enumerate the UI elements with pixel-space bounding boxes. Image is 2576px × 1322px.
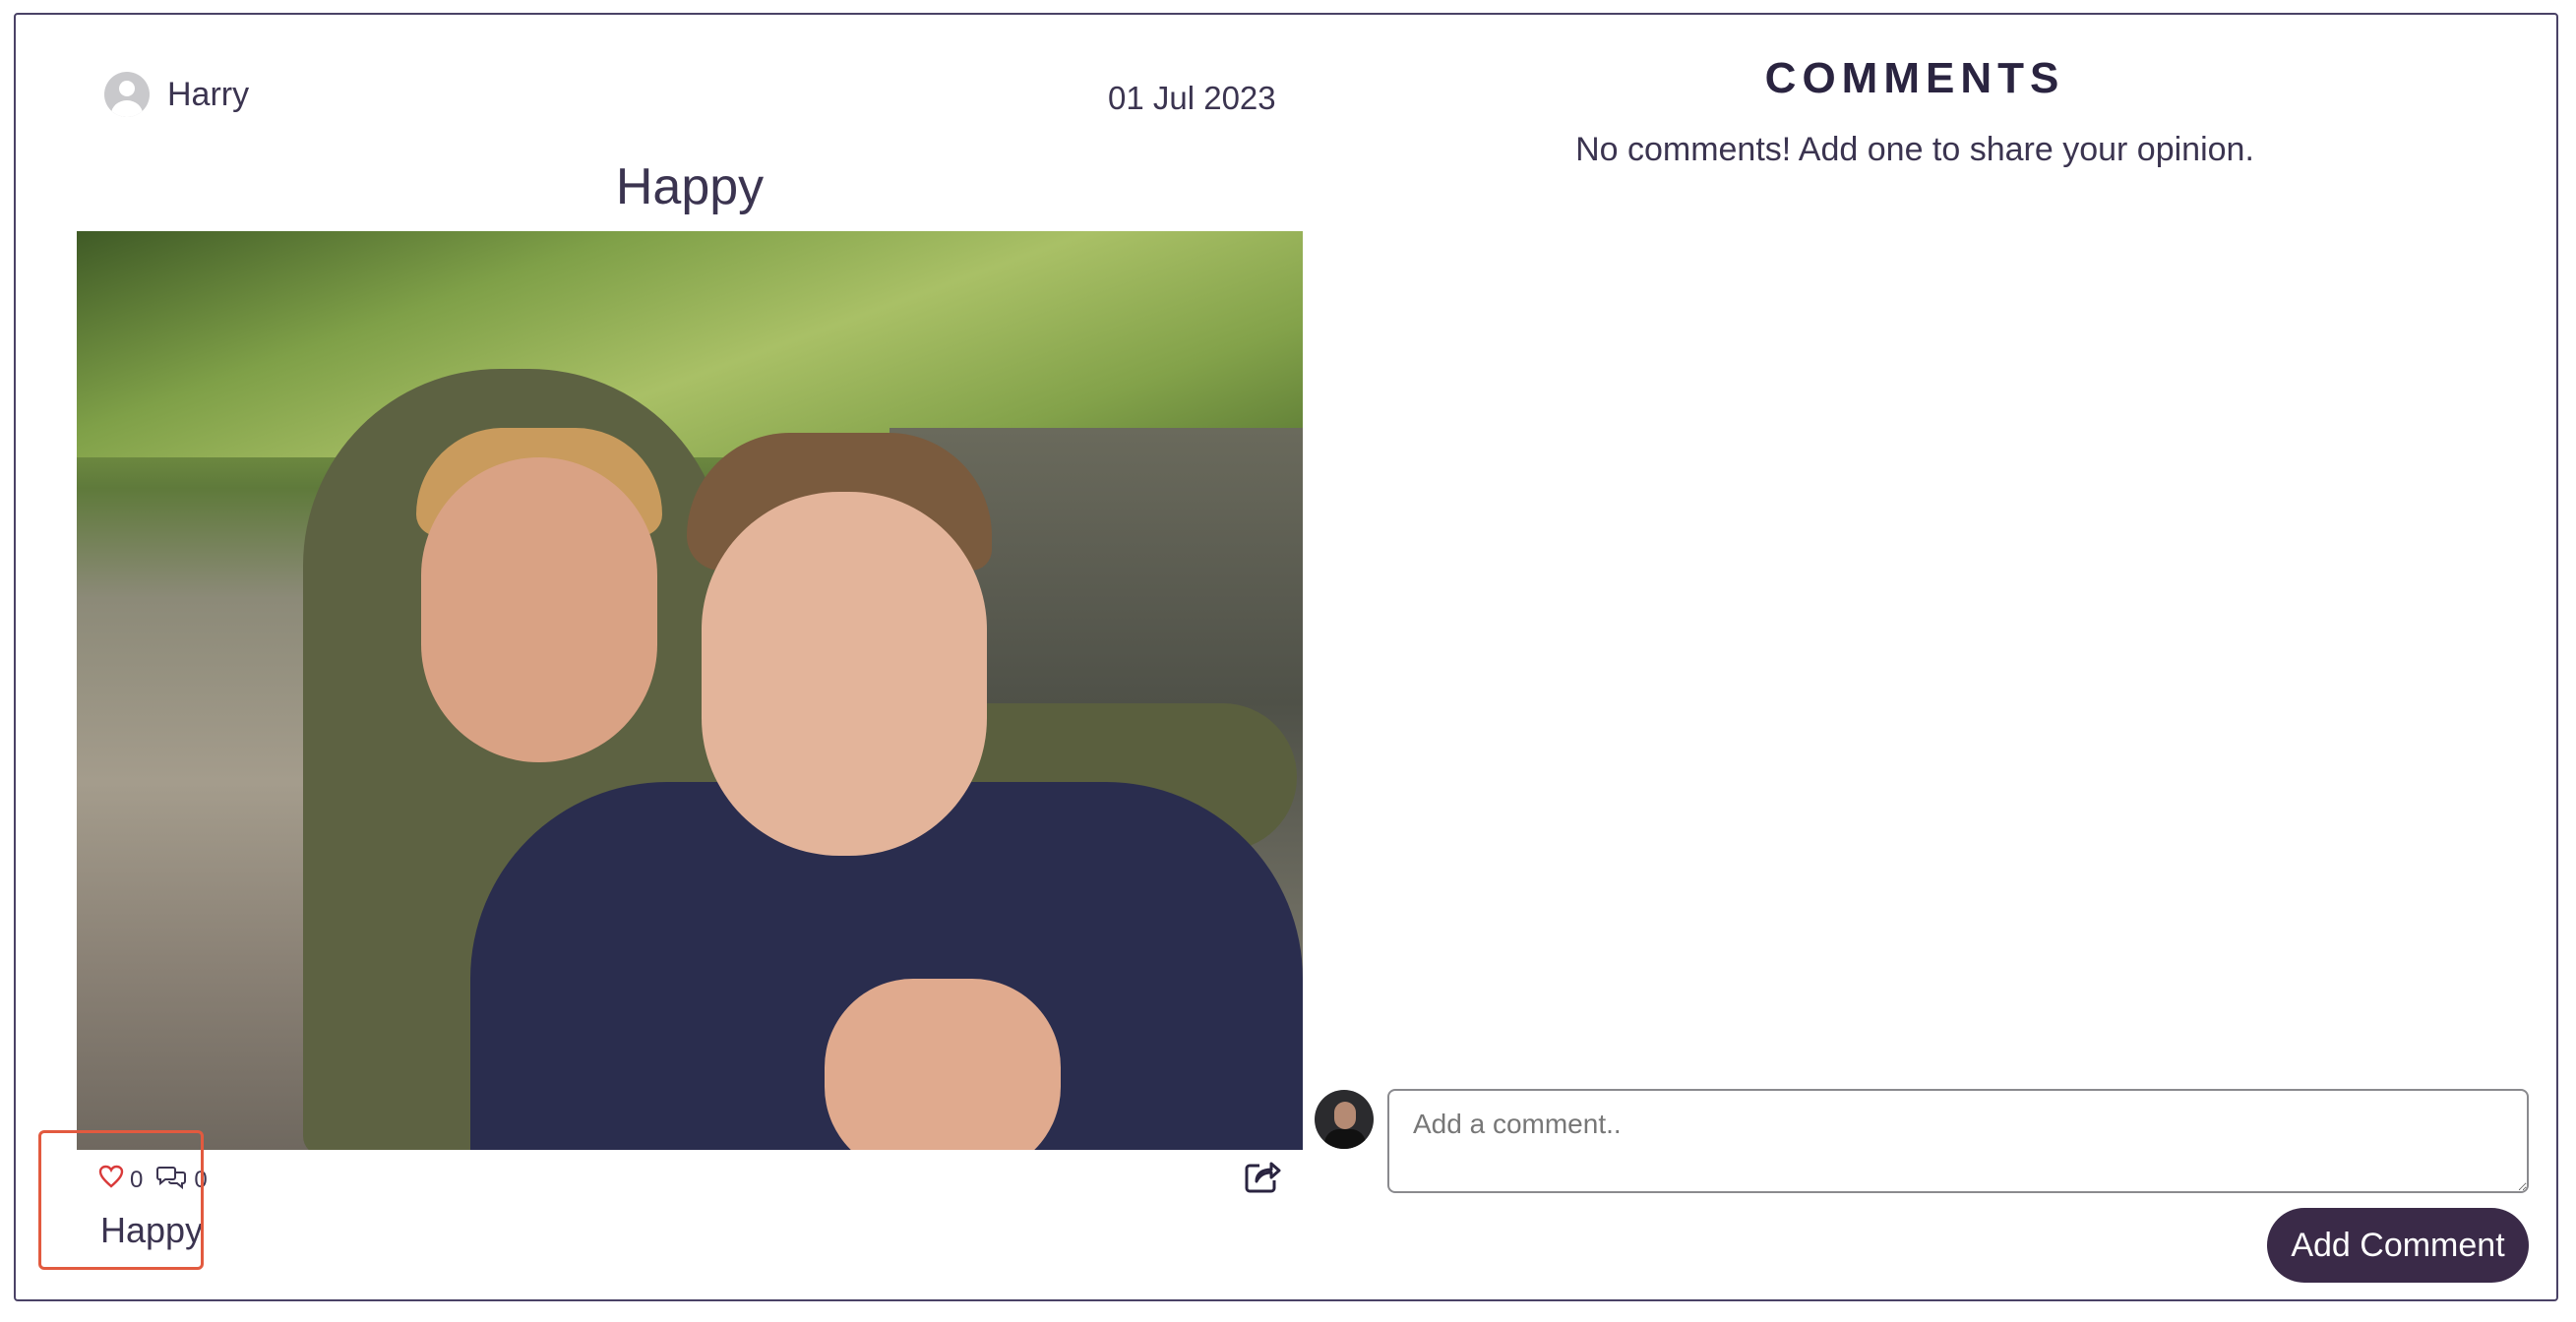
comments-title: COMMENTS	[1764, 54, 2065, 102]
add-comment-button[interactable]: Add Comment	[2267, 1208, 2529, 1283]
post-author[interactable]: Harry	[104, 72, 249, 117]
highlight-box	[38, 1130, 204, 1270]
post-title: Happy	[615, 158, 765, 215]
author-avatar[interactable]	[104, 72, 150, 117]
post-card: Harry 01 Jul 2023 Happy 0 0 Happy COMMEN…	[14, 13, 2558, 1301]
no-comments-message: No comments! Add one to share your opini…	[1575, 131, 2254, 168]
author-name[interactable]: Harry	[167, 76, 249, 114]
share-icon[interactable]	[1244, 1159, 1281, 1199]
post-date: 01 Jul 2023	[1108, 80, 1276, 116]
comment-input[interactable]	[1387, 1089, 2529, 1193]
current-user-avatar	[1315, 1090, 1374, 1149]
post-image	[77, 231, 1303, 1150]
